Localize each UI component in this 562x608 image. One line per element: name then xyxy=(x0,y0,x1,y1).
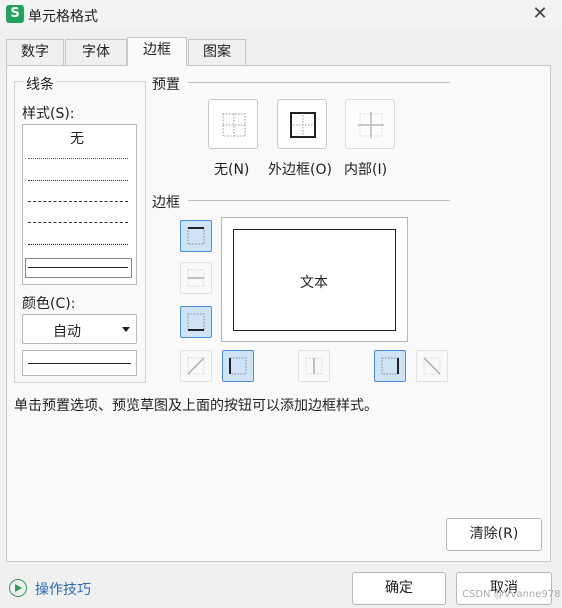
color-dropdown-value: 自动 xyxy=(53,324,81,340)
border-left-icon xyxy=(229,357,247,375)
border-divider xyxy=(188,200,450,201)
clear-button[interactable]: 清除(R) xyxy=(446,518,542,551)
border-preview[interactable]: 文本 xyxy=(221,217,408,342)
border-right-button[interactable] xyxy=(374,350,406,382)
border-diagonal-down-icon xyxy=(423,357,441,375)
border-inner-vertical-button[interactable] xyxy=(298,350,330,382)
line-style-dash-dot-dot[interactable] xyxy=(28,222,128,223)
border-inner-horizontal-icon xyxy=(187,269,205,287)
border-section-label: 边框 xyxy=(152,195,180,211)
border-bottom-icon xyxy=(187,313,205,331)
line-style-none[interactable]: 无 xyxy=(70,128,84,148)
tab-border[interactable]: 边框 xyxy=(127,37,187,66)
border-outline-icon xyxy=(290,112,316,138)
preset-outline-label: 外边框(O) xyxy=(268,162,332,178)
preset-inside-label: 内部(I) xyxy=(344,162,388,178)
line-style-dashed[interactable] xyxy=(28,244,128,245)
border-diagonal-up-button[interactable] xyxy=(180,350,212,382)
border-inner-horizontal-button[interactable] xyxy=(180,262,212,294)
preset-none-button[interactable] xyxy=(208,99,258,149)
watermark: CSDN @Vvanne978 xyxy=(462,589,561,600)
border-top-button[interactable] xyxy=(180,220,212,252)
app-icon: S xyxy=(6,5,24,23)
hint-text: 单击预置选项、预览草图及上面的按钮可以添加边框样式。 xyxy=(14,398,378,414)
color-label: 颜色(C): xyxy=(22,296,76,312)
preset-section-label: 预置 xyxy=(152,77,180,93)
line-style-solid[interactable] xyxy=(28,267,128,268)
line-style-selected-frame xyxy=(25,258,132,278)
style-label: 样式(S): xyxy=(22,106,75,122)
line-group-label: 线条 xyxy=(24,74,56,94)
preview-text: 文本 xyxy=(300,275,328,291)
line-style-dotted[interactable] xyxy=(28,180,128,181)
tips-link[interactable]: 操作技巧 xyxy=(35,579,91,599)
play-circle-icon[interactable] xyxy=(9,579,27,597)
border-diagonal-down-button[interactable] xyxy=(416,350,448,382)
border-top-icon xyxy=(187,227,205,245)
title-bar: S 单元格格式 ✕ xyxy=(0,0,562,30)
line-style-dash-dot[interactable] xyxy=(28,201,128,202)
color-preview xyxy=(22,350,137,376)
preset-none-label: 无(N) xyxy=(214,162,250,178)
border-bottom-button[interactable] xyxy=(180,306,212,338)
border-diagonal-up-icon xyxy=(187,357,205,375)
tab-pattern[interactable]: 图案 xyxy=(188,39,246,65)
tab-font[interactable]: 字体 xyxy=(65,39,127,65)
line-style-hair[interactable] xyxy=(28,158,128,159)
preset-divider xyxy=(188,82,450,83)
color-dropdown[interactable]: 自动 xyxy=(22,314,137,344)
chevron-down-icon xyxy=(122,327,130,332)
ok-button[interactable]: 确定 xyxy=(352,572,446,605)
border-left-button[interactable] xyxy=(222,350,254,382)
border-right-icon xyxy=(381,357,399,375)
preset-inside-button[interactable] xyxy=(345,99,395,149)
window-title: 单元格格式 xyxy=(28,9,98,25)
preset-outline-button[interactable] xyxy=(277,99,327,149)
tab-number[interactable]: 数字 xyxy=(6,39,64,65)
border-inner-vertical-icon xyxy=(305,357,323,375)
border-inside-icon xyxy=(358,112,384,138)
close-icon[interactable]: ✕ xyxy=(530,3,550,25)
border-none-icon xyxy=(222,113,246,137)
